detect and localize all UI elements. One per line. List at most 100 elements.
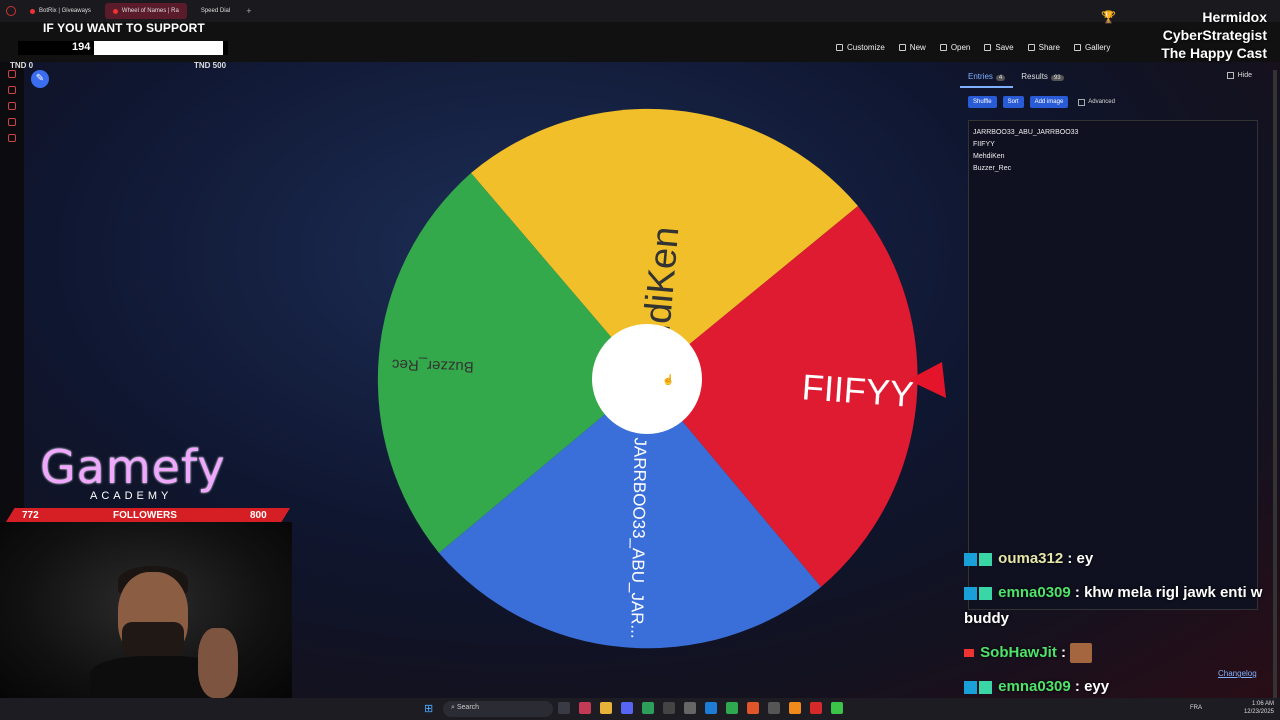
hide-label: Hide [1237,72,1252,79]
system-clock[interactable]: 1:06 AM 12/23/2025 [1244,700,1274,716]
tab-botrix[interactable]: BotRix | Giveaways [22,3,99,19]
entries-actions: Shuffle Sort Add image Advanced [968,96,1115,108]
new-button[interactable]: New [898,43,926,52]
vlc-icon[interactable] [789,702,801,714]
app-icon[interactable] [768,702,780,714]
wheel-label-buzzer-rec: Buzzer_Rec [391,356,474,376]
share-icon [1027,44,1035,51]
advanced-label: Advanced [1088,99,1115,105]
new-tab-button[interactable]: + [246,6,251,16]
rail-icon[interactable] [8,118,16,126]
entries-textarea[interactable]: JARRBOO33_ABU_JARRBOO33 FIIFYY MehdiKen … [968,120,1258,610]
entry-line: FIIFYY [973,141,995,148]
edit-pen-icon[interactable]: ✎ [31,70,49,88]
app-icon[interactable] [705,702,717,714]
toolbar-label: Gallery [1084,43,1111,52]
wheel-of-names[interactable]: MehdiKen FIIFYY JARRBOO33_ABU_JAR... Buz… [371,103,923,655]
app-icon[interactable] [810,702,822,714]
toolbar-label: Save [995,43,1014,52]
advanced-toggle[interactable]: Advanced [1078,96,1115,108]
toolbar-label: Open [950,43,971,52]
donation-goal-current: 194 [72,41,91,53]
search-icon [1073,44,1081,51]
browser-icon[interactable] [579,702,591,714]
toolbar-label: Customize [847,43,885,52]
advanced-checkbox[interactable] [1078,98,1086,106]
entry-line: JARRBOO33_ABU_JARRBOO33 [973,129,1079,136]
tab-wheel-of-names[interactable]: Wheel of Names | Ra [104,3,187,19]
tab-entries[interactable]: Entries 4 [960,68,1014,88]
donation-goal-fill [94,41,223,55]
gallery-button[interactable]: Gallery [1073,43,1111,52]
donation-goal-max: TND 500 [194,61,227,70]
hand-cursor-icon: ☝ [662,375,675,386]
app-icon[interactable] [747,702,759,714]
followers-current: 772 [22,510,39,521]
emote-icon [1070,643,1093,664]
app-icon[interactable] [831,702,843,714]
wheel-label-fiifyy: FIIFYY [801,366,916,415]
changelog-link[interactable]: Changelog [1218,669,1257,678]
chat-text: : ey [1063,550,1094,567]
results-count-badge: 93 [1050,75,1064,81]
tab-speed-dial[interactable]: Speed Dial [193,3,238,19]
palette-icon [836,44,843,51]
open-button[interactable]: Open [939,43,971,52]
file-explorer-icon[interactable] [600,702,612,714]
customize-button[interactable]: Customize [836,43,885,52]
toolbar-label: New [909,43,926,52]
tab-favicon-icon [30,8,35,14]
task-view-icon[interactable] [558,702,570,714]
chat-badge-icon [964,649,974,658]
chat-text: : [1056,644,1071,661]
followers-goal: 800 [250,510,267,521]
share-button[interactable]: Share [1027,43,1060,52]
hide-toggle[interactable]: Hide [1226,72,1252,79]
taskbar-search-label: Search [456,704,480,711]
browser-tab-bar: BotRix | Giveaways Wheel of Names | Ra S… [0,0,1280,22]
sort-button[interactable]: Sort [1002,96,1024,108]
rail-icon[interactable] [8,70,16,78]
shuffle-button[interactable]: Shuffle [968,96,997,108]
language-indicator[interactable]: FRA [1190,705,1202,711]
file-icon [898,44,906,51]
wheel-toolbar: Customize New Open Save Share Gallery [836,43,1110,52]
hide-checkbox[interactable] [1226,72,1234,79]
entry-line: Buzzer_Rec [973,165,1012,172]
taskbar-search[interactable]: ⌕ Search [443,701,553,717]
chat-text: : eyy [1070,678,1110,695]
app-icon[interactable] [663,702,675,714]
rail-icon[interactable] [8,102,16,110]
app-icon[interactable] [726,702,738,714]
entry-line: MehdiKen [973,153,1005,160]
wheel-center-hub[interactable] [592,324,702,434]
tab-results[interactable]: Results 93 [1013,68,1071,88]
gamefy-logo: Gamefy [40,440,226,494]
wheel-pointer-icon [908,362,946,398]
app-icon[interactable] [642,702,654,714]
discord-icon[interactable] [621,702,633,714]
toolbar-label: Share [1038,43,1060,52]
save-button[interactable]: Save [984,43,1014,52]
chat-badge-icon [979,680,992,694]
app-icon[interactable] [684,702,696,714]
windows-taskbar: ⊞ ⌕ Search FRA 1:06 AM 12/23/2025 [0,698,1280,720]
tab-label: BotRix | Giveaways [39,8,91,14]
streamer-show: The Happy Cast [1161,45,1267,61]
panel-tabs: Entries 4 Results 93 [960,68,1266,88]
rail-icon[interactable] [8,86,16,94]
windows-start-icon[interactable]: ⊞ [424,702,436,715]
add-image-button[interactable]: Add image [1029,96,1069,108]
chat-username: ouma312 [998,550,1064,567]
chat-overlay: ouma312 : ey emna0309 : khw mela rigl ja… [964,546,1274,708]
rail-icon[interactable] [8,134,16,142]
gamefy-academy-label: ACADEMY [90,490,173,502]
chat-badge-icon [964,586,977,600]
chat-message: ouma312 : ey [964,546,1274,572]
tab-label: Results [1021,72,1048,81]
taskbar-apps [558,702,843,714]
chat-message: SobHawJit : [964,640,1274,666]
chat-username: emna0309 [998,584,1071,601]
browser-logo-icon [6,6,16,16]
save-icon [984,44,992,51]
